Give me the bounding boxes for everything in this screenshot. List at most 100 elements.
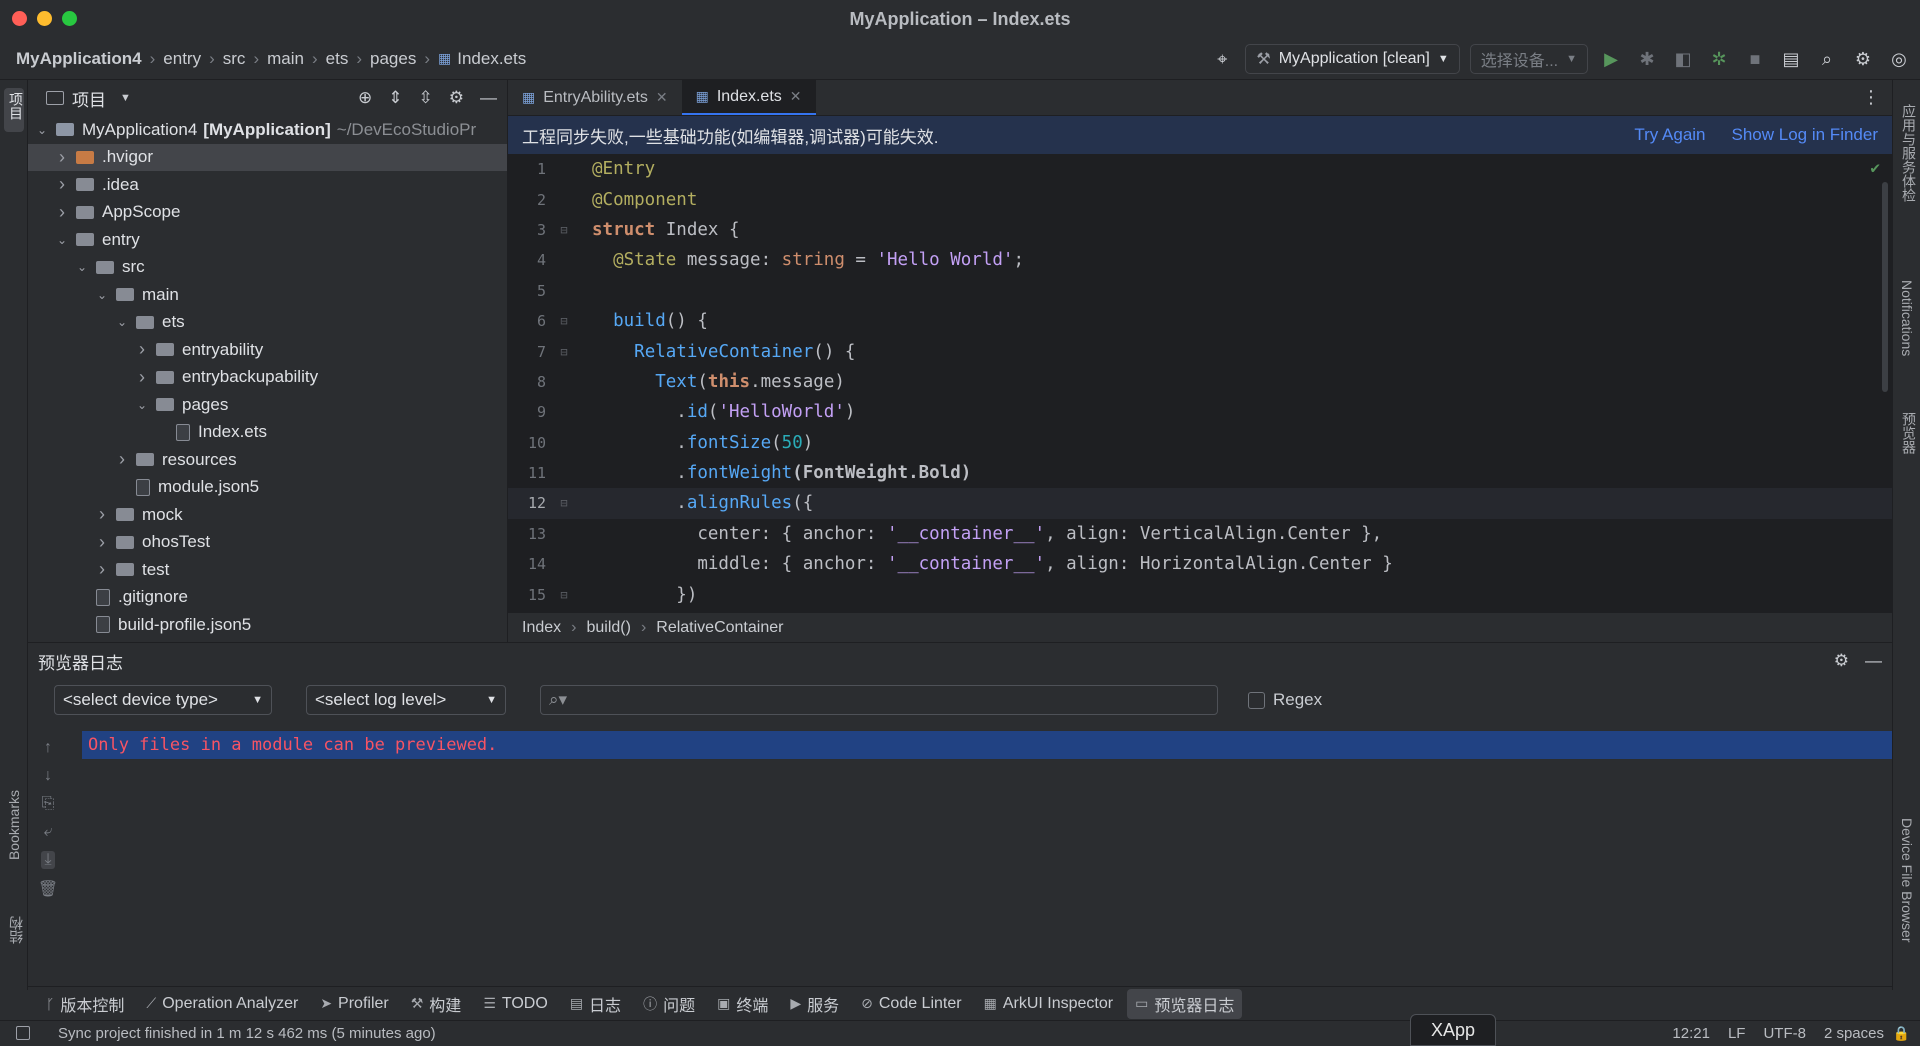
project-view-select[interactable]: 项目 xyxy=(72,86,106,111)
chevron-down-icon[interactable]: ⌄ xyxy=(74,260,90,274)
code-line[interactable]: 13 center: { anchor: '__container__', al… xyxy=(508,519,1892,549)
gear-icon[interactable]: ⚙ xyxy=(1850,46,1876,72)
code-line[interactable]: 3 ⊟ struct Index { xyxy=(508,215,1892,245)
tree-item[interactable]: build-profile.json5 xyxy=(28,611,507,639)
tree-item[interactable]: Index.ets xyxy=(28,419,507,447)
dock-app-label[interactable]: XApp xyxy=(1410,1014,1496,1046)
debug-icon[interactable]: ✱ xyxy=(1634,46,1660,72)
chevron-right-icon[interactable]: › xyxy=(94,532,110,553)
tree-root[interactable]: ⌄ MyApplication4 [MyApplication] ~/DevEc… xyxy=(28,116,507,144)
fold-icon[interactable]: ⊟ xyxy=(550,314,578,328)
copy-icon[interactable]: ⎘ xyxy=(42,795,55,813)
close-icon[interactable]: ✕ xyxy=(790,88,802,105)
breadcrumb-item[interactable]: ets xyxy=(326,49,349,69)
tool-linter[interactable]: ⊘ Code Linter xyxy=(853,989,969,1019)
code-line[interactable]: 7 ⊟ RelativeContainer() { xyxy=(508,336,1892,366)
chevron-right-icon[interactable]: › xyxy=(54,147,70,168)
more-icon[interactable]: ⋮ xyxy=(1862,80,1880,115)
tree-item[interactable]: › .hvigor xyxy=(28,143,507,171)
code-editor[interactable]: ✔ 1 @Entry 2 @Component 3 ⊟ struct Index {4 @S… xyxy=(508,154,1892,604)
coverage-icon[interactable]: ◧ xyxy=(1670,46,1696,72)
tree-item[interactable]: ⌄ ets xyxy=(28,309,507,337)
tree-item[interactable]: ⌄ src xyxy=(28,254,507,282)
tree-item[interactable]: › entrybackupability xyxy=(28,364,507,392)
device-select[interactable]: 选择设备... ▼ xyxy=(1469,44,1588,74)
device-file-browser-tool-button[interactable]: Device File Browser xyxy=(1899,818,1915,942)
run-icon[interactable]: ▶ xyxy=(1598,46,1624,72)
tool-terminal[interactable]: ▣ 终端 xyxy=(709,989,776,1019)
services-check-tool-button[interactable]: 应用与服务体检 xyxy=(1899,104,1919,202)
collapse-all-icon[interactable]: ⇳ xyxy=(419,88,433,108)
chevron-down-icon[interactable]: ⌄ xyxy=(94,288,110,302)
tree-item[interactable]: ⌄ main xyxy=(28,281,507,309)
code-breadcrumb-item[interactable]: Index xyxy=(522,619,561,637)
soft-wrap-icon[interactable]: ⤶ xyxy=(44,823,53,841)
code-line[interactable]: 10 .fontSize(50) xyxy=(508,428,1892,458)
tab-entryability-ets[interactable]: ▦ EntryAbility.ets ✕ xyxy=(508,80,682,115)
chevron-down-icon[interactable]: ▼ xyxy=(120,92,131,104)
account-icon[interactable]: ◎ xyxy=(1886,46,1912,72)
editor-scrollbar[interactable] xyxy=(1882,182,1888,392)
tree-item[interactable]: ⌄ pages xyxy=(28,391,507,419)
breadcrumb-item[interactable]: entry xyxy=(163,49,201,69)
expand-all-icon[interactable]: ⇕ xyxy=(388,88,402,108)
search-icon[interactable]: ⌕ xyxy=(1814,46,1840,72)
regex-option[interactable]: Regex xyxy=(1248,690,1322,710)
tool-list[interactable]: ☰ TODO xyxy=(475,989,556,1019)
target-icon[interactable]: ⌖ xyxy=(1209,46,1235,72)
bookmarks-tool-button[interactable]: Bookmarks xyxy=(6,790,22,860)
tool-info[interactable]: ⓘ 问题 xyxy=(635,989,703,1019)
tree-item[interactable]: › ohosTest xyxy=(28,529,507,557)
gear-icon[interactable]: ⚙ xyxy=(1834,651,1849,671)
gear-icon[interactable]: ⚙ xyxy=(449,88,464,108)
breadcrumb-item[interactable]: pages xyxy=(370,49,416,69)
fold-icon[interactable]: ⊟ xyxy=(550,223,578,237)
attach-debugger-icon[interactable]: ✲ xyxy=(1706,46,1732,72)
tree-item[interactable]: › resources xyxy=(28,446,507,474)
tab-index-ets[interactable]: ▦ Index.ets ✕ xyxy=(681,80,816,115)
code-line[interactable]: 12 ⊟ .alignRules({ xyxy=(508,488,1892,519)
previewer-tool-button[interactable]: 预览器 xyxy=(1899,412,1919,454)
code-line[interactable]: 14 middle: { anchor: '__container__', al… xyxy=(508,549,1892,579)
chevron-right-icon[interactable]: › xyxy=(54,202,70,223)
fold-icon[interactable]: ⊟ xyxy=(550,345,578,359)
chevron-right-icon[interactable]: › xyxy=(134,367,150,388)
breadcrumb-item[interactable]: main xyxy=(267,49,304,69)
code-line[interactable]: 5 xyxy=(508,276,1892,306)
tool-profiler[interactable]: ➤ Profiler xyxy=(312,989,396,1019)
tool-preview-log[interactable]: ▭ 预览器日志 xyxy=(1127,988,1243,1019)
minimize-window-button[interactable] xyxy=(37,11,52,26)
code-line[interactable]: 4 @State message: string = 'Hello World'… xyxy=(508,245,1892,275)
tree-item[interactable]: › test xyxy=(28,556,507,584)
arrow-up-icon[interactable]: ↑ xyxy=(44,739,52,757)
stop-icon[interactable]: ■ xyxy=(1742,46,1768,72)
indent-setting[interactable]: 2 spaces xyxy=(1824,1025,1884,1042)
structure-tool-button[interactable]: 结构 xyxy=(6,916,26,944)
chevron-down-icon[interactable]: ⌄ xyxy=(114,315,130,329)
tree-item[interactable]: ⌄ entry xyxy=(28,226,507,254)
hide-icon[interactable]: — xyxy=(480,88,497,108)
breadcrumb-item[interactable]: Index.ets xyxy=(457,49,526,69)
code-line[interactable]: 15 ⊟ }) xyxy=(508,579,1892,604)
chevron-down-icon[interactable]: ⌄ xyxy=(134,398,150,412)
device-manager-icon[interactable]: ▤ xyxy=(1778,46,1804,72)
chevron-right-icon[interactable]: › xyxy=(134,339,150,360)
tool-chart[interactable]: ⟋ Operation Analyzer xyxy=(138,989,306,1019)
run-configuration-select[interactable]: ⚒ MyApplication [clean] ▼ xyxy=(1245,44,1460,74)
hide-icon[interactable]: — xyxy=(1865,651,1882,671)
arrow-down-icon[interactable]: ↓ xyxy=(44,767,52,785)
lock-icon[interactable]: 🔒 xyxy=(1893,1025,1910,1042)
zoom-window-button[interactable] xyxy=(62,11,77,26)
tool-log[interactable]: ▤ 日志 xyxy=(562,989,629,1019)
chevron-right-icon[interactable]: › xyxy=(94,504,110,525)
fold-icon[interactable]: ⊟ xyxy=(550,588,578,602)
tree-item[interactable]: › .idea xyxy=(28,171,507,199)
tool-branch[interactable]: ᚴ 版本控制 xyxy=(38,989,132,1019)
trash-icon[interactable]: 🗑 xyxy=(38,879,58,899)
regex-checkbox[interactable] xyxy=(1248,691,1265,709)
fold-icon[interactable]: ⊟ xyxy=(550,496,578,510)
device-type-select[interactable]: <select device type> ▼ xyxy=(54,685,272,715)
breadcrumb-item[interactable]: src xyxy=(223,49,246,69)
chevron-down-icon[interactable]: ⌄ xyxy=(54,233,70,247)
chevron-right-icon[interactable]: › xyxy=(54,174,70,195)
